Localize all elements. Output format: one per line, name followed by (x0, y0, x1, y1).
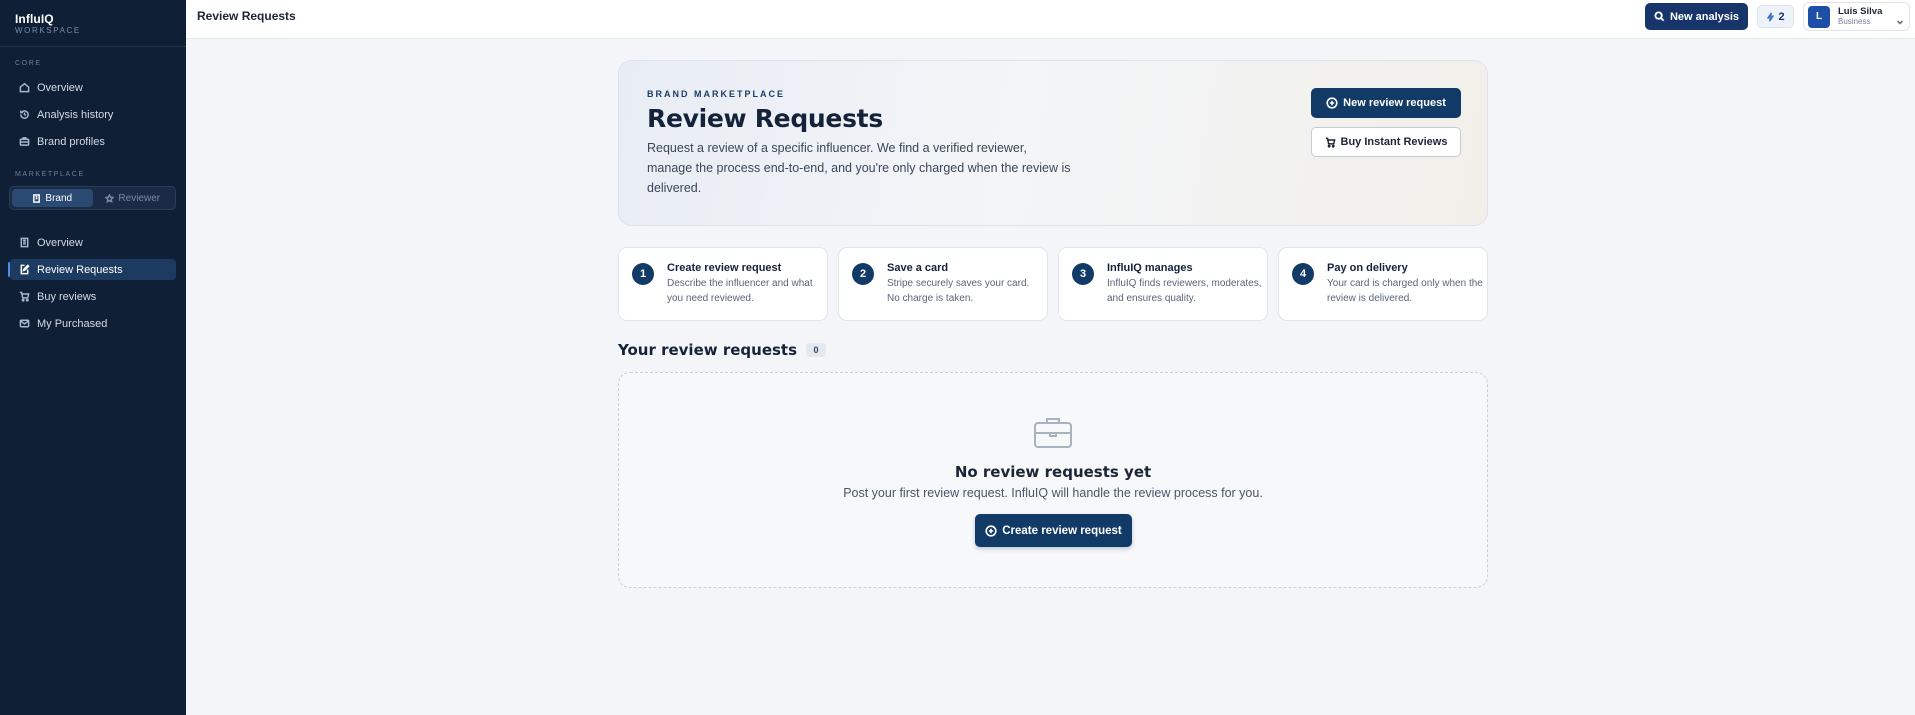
requests-title: Your review requests (618, 341, 798, 359)
toolbox-icon (1033, 415, 1073, 449)
empty-state: No review requests yet Post your first r… (618, 372, 1488, 588)
new-analysis-label: New analysis (1669, 10, 1740, 23)
app-name: InfluIQ (15, 12, 54, 26)
app-subtitle: WORKSPACE (15, 26, 81, 35)
step-card: 3 InfluIQ manages InfluIQ finds reviewer… (1058, 247, 1268, 321)
step-title: InfluIQ manages (1107, 262, 1193, 274)
buy-instant-reviews-label: Buy Instant Reviews (1340, 136, 1448, 148)
sidebar-item-label: Review Requests (37, 263, 123, 276)
sidebar-item-overview[interactable]: Overview (10, 77, 176, 98)
page-title: Review Requests (197, 9, 296, 23)
create-review-request-button[interactable]: Create review request (975, 514, 1132, 547)
sidebar-item-analysis-history[interactable]: Analysis history (10, 104, 176, 125)
new-review-request-label: New review request (1343, 97, 1446, 109)
user-menu[interactable]: L Luis Silva Business (1803, 2, 1910, 31)
requests-count-badge: 0 (806, 343, 827, 357)
building-icon (33, 193, 41, 203)
new-analysis-button[interactable]: New analysis (1645, 3, 1748, 30)
step-number: 2 (852, 263, 874, 285)
building-icon (18, 237, 30, 249)
step-number: 3 (1072, 263, 1094, 285)
sidebar: InfluIQ WORKSPACE CORE Overview Analysis… (0, 0, 186, 715)
sidebar-item-brand-profiles[interactable]: Brand profiles (10, 131, 176, 152)
credits-count: 2 (1778, 10, 1785, 23)
sidebar-item-label: Brand profiles (37, 135, 105, 148)
edit-icon (18, 264, 30, 276)
user-name: Luis Silva (1838, 5, 1883, 17)
toggle-reviewer[interactable]: Reviewer (93, 189, 174, 207)
core-section-label: CORE (15, 60, 42, 67)
sidebar-item-buy-reviews[interactable]: Buy reviews (10, 286, 176, 307)
step-number: 4 (1292, 263, 1314, 285)
step-title: Save a card (887, 262, 949, 274)
hero-description: Request a review of a specific influence… (647, 141, 1071, 195)
credits-badge[interactable]: 2 (1757, 5, 1794, 28)
avatar: L (1808, 5, 1830, 28)
sidebar-item-review-requests[interactable]: Review Requests (8, 259, 176, 280)
bolt-icon (1767, 11, 1775, 22)
star-icon (105, 193, 115, 203)
sidebar-item-label: My Purchased (37, 317, 108, 330)
buy-instant-reviews-button[interactable]: Buy Instant Reviews (1311, 127, 1461, 157)
step-description: Describe the influencer and what you nee… (667, 278, 813, 304)
empty-state-title: No review requests yet (954, 463, 1152, 481)
sidebar-item-label: Buy reviews (37, 290, 97, 303)
step-card: 1 Create review request Describe the inf… (618, 247, 828, 321)
sidebar-item-label: Overview (37, 236, 83, 249)
step-description: Your card is charged only when the revie… (1327, 278, 1483, 304)
mail-icon (18, 318, 30, 330)
search-icon (1654, 11, 1665, 22)
new-review-request-button[interactable]: New review request (1311, 88, 1461, 118)
plus-circle-icon (1326, 97, 1338, 109)
briefcase-icon (18, 136, 30, 148)
sidebar-item-my-purchased[interactable]: My Purchased (10, 313, 176, 334)
empty-state-description: Post your first review request. InfluIQ … (843, 486, 1263, 500)
user-plan: Business (1838, 16, 1871, 26)
toggle-brand[interactable]: Brand (12, 189, 93, 207)
user-info: Luis Silva Business (1838, 5, 1883, 27)
app-logo[interactable]: InfluIQ WORKSPACE (0, 0, 186, 47)
hero-card: BRAND MARKETPLACE Review Requests Reques… (618, 60, 1488, 226)
top-bar: Review Requests New analysis 2 L Luis Si… (186, 0, 1915, 39)
sidebar-item-label: Overview (37, 81, 83, 94)
cart-icon (18, 291, 30, 303)
role-toggle: Brand Reviewer (9, 186, 176, 210)
step-number: 1 (632, 263, 654, 285)
step-title: Pay on delivery (1327, 262, 1408, 274)
cart-icon (1325, 137, 1336, 148)
history-icon (18, 109, 30, 121)
create-review-request-label: Create review request (1002, 524, 1122, 537)
plus-circle-icon (985, 524, 997, 537)
chevron-down-icon (1896, 13, 1904, 25)
sidebar-item-marketplace-overview[interactable]: Overview (10, 232, 176, 253)
step-card: 4 Pay on delivery Your card is charged o… (1278, 247, 1488, 321)
home-icon (18, 82, 30, 94)
hero-eyebrow: BRAND MARKETPLACE (647, 89, 785, 99)
toggle-brand-label: Brand (45, 192, 73, 204)
step-title: Create review request (667, 262, 782, 274)
requests-header: Your review requests 0 (618, 341, 827, 359)
step-description: InfluIQ finds reviewers, moderates, and … (1107, 278, 1262, 304)
toggle-reviewer-label: Reviewer (118, 192, 161, 204)
marketplace-section-label: MARKETPLACE (15, 171, 85, 178)
step-card: 2 Save a card Stripe securely saves your… (838, 247, 1048, 321)
step-description: Stripe securely saves your card. No char… (887, 278, 1030, 304)
hero-title: Review Requests (647, 104, 883, 133)
sidebar-item-label: Analysis history (37, 108, 114, 121)
